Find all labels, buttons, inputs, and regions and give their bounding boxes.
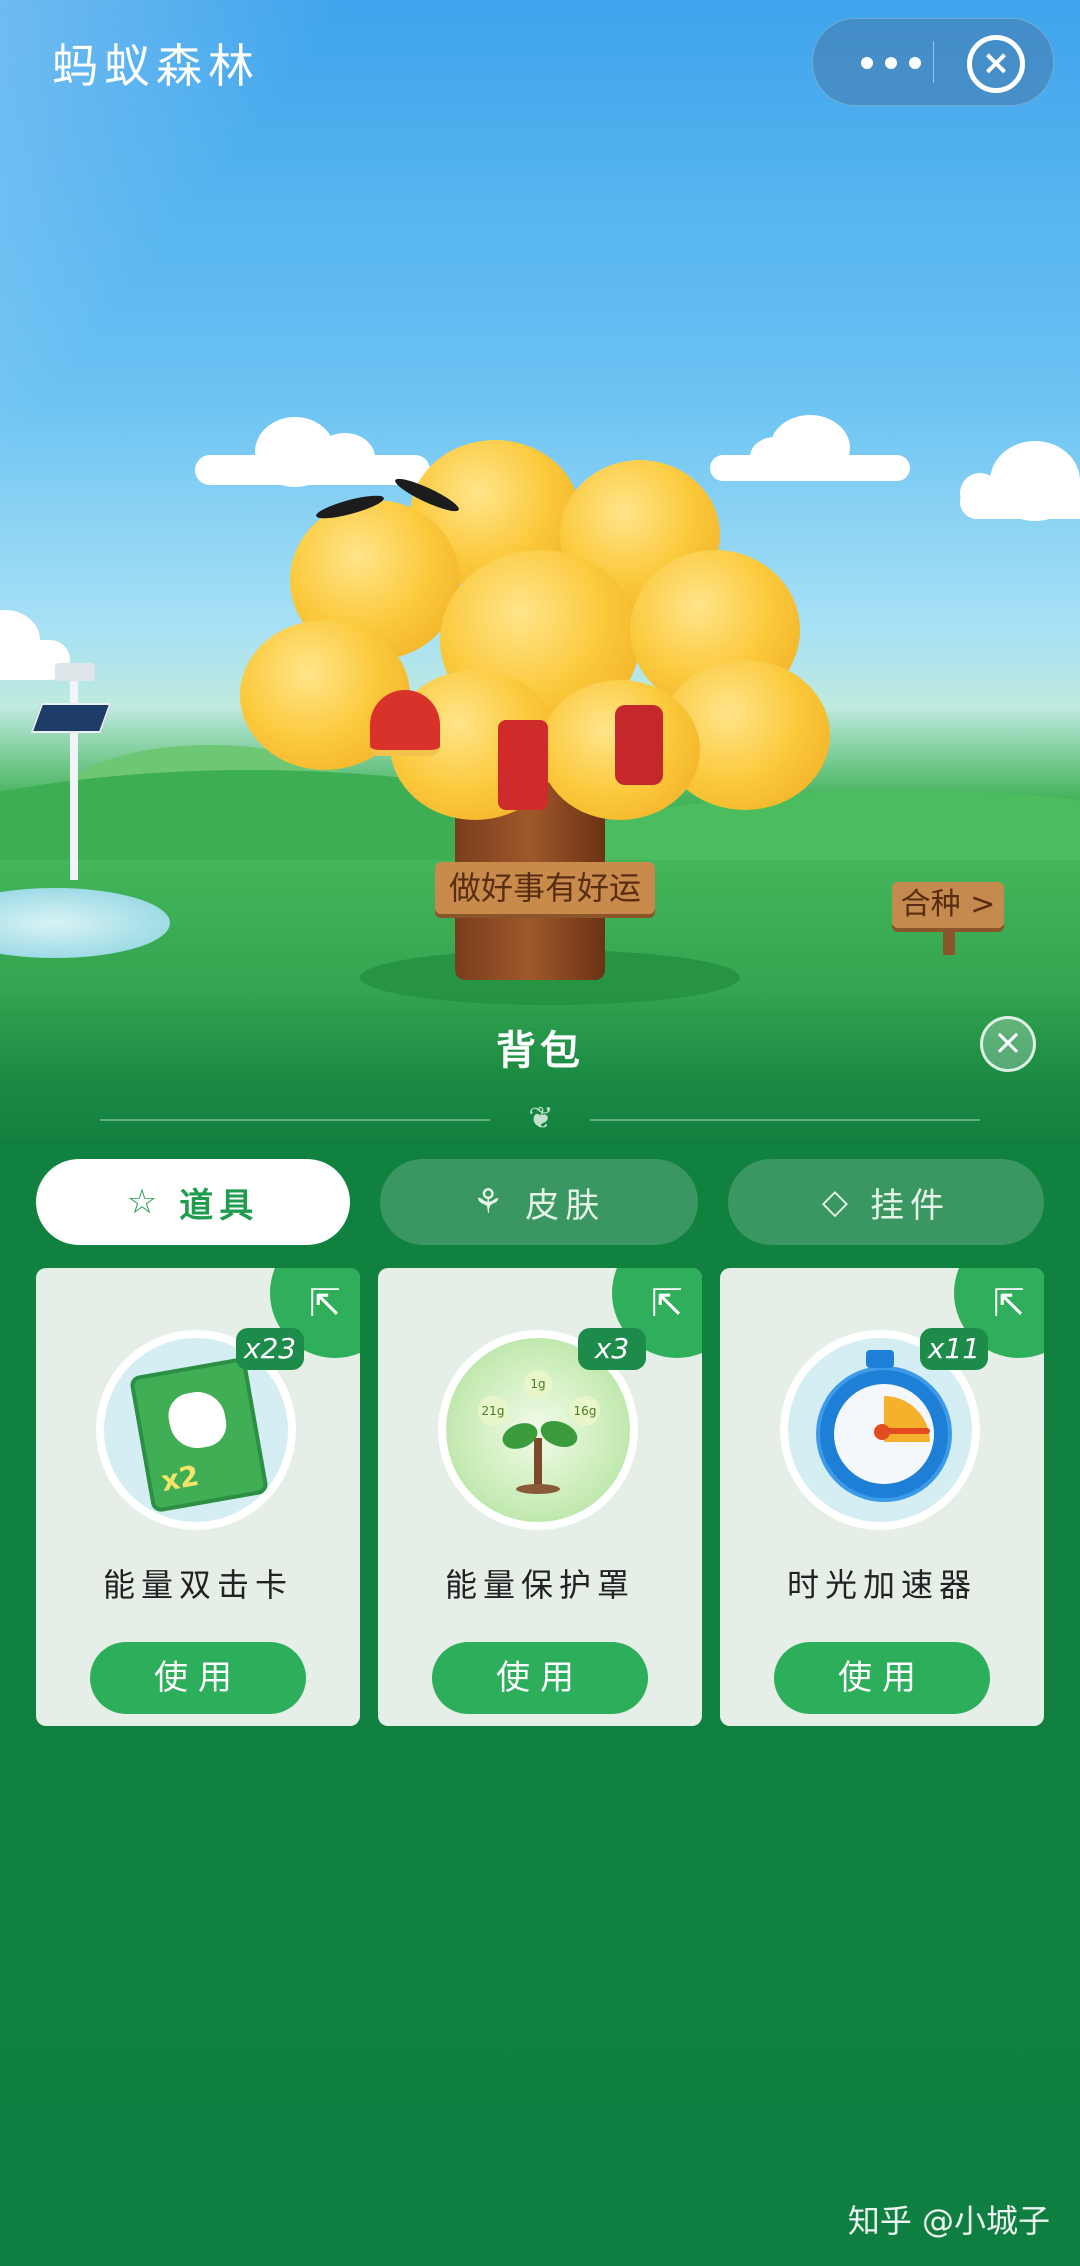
card-multiplier: x2 bbox=[158, 1458, 202, 1498]
share-icon[interactable]: ⇱ bbox=[988, 1282, 1030, 1324]
pendant-icon: ◇ bbox=[821, 1182, 855, 1222]
app-title: 蚂蚁森林 bbox=[52, 39, 260, 93]
star-icon: ☆ bbox=[126, 1182, 164, 1222]
sign-post bbox=[943, 925, 955, 955]
backpack-title: 背包 bbox=[496, 1027, 584, 1074]
share-icon[interactable]: ⇱ bbox=[646, 1282, 688, 1324]
tab-label: 挂件 bbox=[870, 1185, 951, 1226]
item-name: 时光加速器 bbox=[786, 1566, 977, 1604]
tab-props[interactable]: ☆ 道具 bbox=[36, 1159, 350, 1245]
energy-bubble: 16g bbox=[570, 1396, 600, 1426]
co-plant-sign-button[interactable]: 合种 > bbox=[892, 882, 1004, 928]
tree-sign: 做好事有好运 bbox=[435, 862, 655, 914]
scarf-icon bbox=[615, 705, 663, 785]
leaf-ornament-icon: ❦ bbox=[528, 1101, 554, 1136]
stopwatch-icon bbox=[816, 1366, 952, 1502]
double-hit-card-icon: x2 bbox=[128, 1356, 270, 1514]
item-name: 能量保护罩 bbox=[444, 1566, 635, 1604]
item-count-badge: x3 bbox=[578, 1328, 646, 1370]
divider-line bbox=[100, 1119, 490, 1121]
cloud bbox=[960, 441, 1080, 521]
forest-scene: 做好事有好运 合种 > bbox=[0, 0, 1080, 1140]
tab-pendants[interactable]: ◇ 挂件 bbox=[728, 1159, 1044, 1245]
item-count-badge: x23 bbox=[236, 1328, 304, 1370]
firecracker-icon bbox=[498, 720, 548, 810]
solar-panel-icon bbox=[30, 703, 112, 733]
item-count-badge: x11 bbox=[920, 1328, 988, 1370]
energy-bubble: 1g bbox=[524, 1370, 552, 1398]
tab-label: 道具 bbox=[179, 1185, 260, 1226]
energy-bubble: 21g bbox=[478, 1396, 508, 1426]
item-card[interactable]: ⇱ x2 x23 能量双击卡 使用 bbox=[36, 1268, 360, 1726]
use-button[interactable]: 使用 bbox=[90, 1642, 306, 1714]
item-card[interactable]: ⇱ x11 时光加速器 使用 bbox=[720, 1268, 1044, 1726]
tree-icon: ⚘ bbox=[472, 1182, 510, 1222]
divider-line bbox=[590, 1119, 980, 1121]
use-button[interactable]: 使用 bbox=[774, 1642, 990, 1714]
golden-tree-crown[interactable] bbox=[240, 440, 830, 840]
item-name: 能量双击卡 bbox=[102, 1566, 293, 1604]
backpack-close-icon[interactable]: × bbox=[980, 1016, 1036, 1072]
close-mini-program-icon[interactable]: × bbox=[967, 35, 1025, 93]
tab-label: 皮肤 bbox=[525, 1185, 606, 1226]
lamp-head bbox=[55, 663, 95, 681]
watermark: 知乎 @小城子 bbox=[847, 2202, 1050, 2240]
capsule-divider bbox=[933, 41, 934, 83]
share-icon[interactable]: ⇱ bbox=[304, 1282, 346, 1324]
mini-program-capsule: × bbox=[812, 18, 1054, 106]
use-button[interactable]: 使用 bbox=[432, 1642, 648, 1714]
more-options-icon[interactable] bbox=[845, 19, 935, 105]
lantern-icon bbox=[370, 690, 440, 756]
item-card[interactable]: ⇱ 21g 1g 16g x3 能量保护罩 使用 bbox=[378, 1268, 702, 1726]
tab-skins[interactable]: ⚘ 皮肤 bbox=[380, 1159, 698, 1245]
